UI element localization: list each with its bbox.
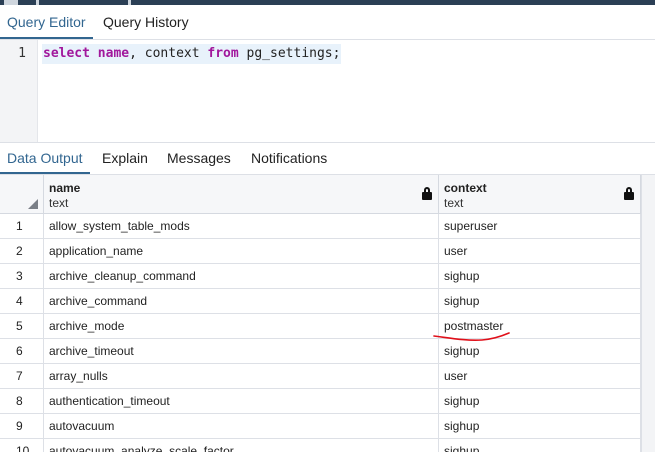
sql-text: pg_settings; xyxy=(238,46,341,61)
row-number[interactable]: 2 xyxy=(0,239,44,264)
tab-query-history[interactable]: Query History xyxy=(96,5,196,39)
row-number[interactable]: 5 xyxy=(0,314,44,339)
sql-code-line[interactable]: select name, context from pg_settings; xyxy=(42,44,342,64)
cell-context[interactable]: user xyxy=(439,239,641,264)
cell-name[interactable]: authentication_timeout xyxy=(44,389,439,414)
row-number[interactable]: 3 xyxy=(0,264,44,289)
table-row[interactable]: 2 application_name user xyxy=(0,239,641,264)
tab-query-editor[interactable]: Query Editor xyxy=(0,5,93,39)
cell-context[interactable]: sighup xyxy=(439,339,641,364)
row-number[interactable]: 6 xyxy=(0,339,44,364)
table-row[interactable]: 4 archive_command sighup xyxy=(0,289,641,314)
cell-name[interactable]: archive_command xyxy=(44,289,439,314)
column-type: text xyxy=(49,196,69,210)
corner-triangle-icon xyxy=(28,199,38,209)
table-row[interactable]: 8 authentication_timeout sighup xyxy=(0,389,641,414)
row-number[interactable]: 7 xyxy=(0,364,44,389)
cell-context[interactable]: superuser xyxy=(439,214,641,239)
table-row[interactable]: 1 allow_system_table_mods superuser xyxy=(0,214,641,239)
cell-name[interactable]: allow_system_table_mods xyxy=(44,214,439,239)
cell-name[interactable]: autovacuum_analyze_scale_factor xyxy=(44,439,439,452)
tab-explain[interactable]: Explain xyxy=(95,143,155,174)
cell-context[interactable]: sighup xyxy=(439,439,641,452)
lock-icon xyxy=(624,187,634,200)
table-row[interactable]: 6 archive_timeout sighup xyxy=(0,339,641,364)
editor-tab-bar: Query Editor Query History xyxy=(0,5,655,40)
sql-keyword: from xyxy=(207,46,239,61)
sql-keyword: name xyxy=(97,46,130,61)
cell-context[interactable]: sighup xyxy=(439,289,641,314)
row-number[interactable]: 8 xyxy=(0,389,44,414)
vertical-scrollbar[interactable] xyxy=(641,175,655,452)
tab-notifications[interactable]: Notifications xyxy=(244,143,334,174)
cell-name[interactable]: array_nulls xyxy=(44,364,439,389)
row-number[interactable]: 1 xyxy=(0,214,44,239)
data-output-grid[interactable]: name text context text 1 allow_system_ta… xyxy=(0,175,641,452)
table-row[interactable]: 5 archive_mode postmaster xyxy=(0,314,641,339)
column-header-context[interactable]: context text xyxy=(439,175,641,214)
row-number[interactable]: 10 xyxy=(0,439,44,452)
cell-context[interactable]: postmaster xyxy=(439,314,641,339)
cell-context[interactable]: sighup xyxy=(439,264,641,289)
tab-data-output[interactable]: Data Output xyxy=(0,143,90,174)
column-type: text xyxy=(444,196,464,210)
select-all-corner[interactable] xyxy=(0,175,44,214)
output-tab-bar: Data Output Explain Messages Notificatio… xyxy=(0,142,655,175)
table-row[interactable]: 9 autovacuum sighup xyxy=(0,414,641,439)
cell-name[interactable]: application_name xyxy=(44,239,439,264)
line-gutter: 1 xyxy=(0,40,38,142)
sql-text: , context xyxy=(129,46,208,61)
tab-messages[interactable]: Messages xyxy=(160,143,238,174)
cell-context[interactable]: user xyxy=(439,364,641,389)
column-name: context xyxy=(444,181,487,195)
row-number[interactable]: 9 xyxy=(0,414,44,439)
column-header-name[interactable]: name text xyxy=(44,175,439,214)
cell-name[interactable]: archive_cleanup_command xyxy=(44,264,439,289)
table-row[interactable]: 10 autovacuum_analyze_scale_factor sighu… xyxy=(0,439,641,452)
cell-name[interactable]: autovacuum xyxy=(44,414,439,439)
sql-keyword: select xyxy=(43,46,90,61)
lock-icon xyxy=(422,187,432,200)
line-number: 1 xyxy=(18,46,26,61)
table-row[interactable]: 7 array_nulls user xyxy=(0,364,641,389)
table-row[interactable]: 3 archive_cleanup_command sighup xyxy=(0,264,641,289)
cell-context[interactable]: sighup xyxy=(439,414,641,439)
cell-name[interactable]: archive_mode xyxy=(44,314,439,339)
column-name: name xyxy=(49,181,81,195)
cell-name[interactable]: archive_timeout xyxy=(44,339,439,364)
row-number[interactable]: 4 xyxy=(0,289,44,314)
cell-context[interactable]: sighup xyxy=(439,389,641,414)
sql-editor[interactable]: 1 select name, context from pg_settings; xyxy=(0,40,655,142)
